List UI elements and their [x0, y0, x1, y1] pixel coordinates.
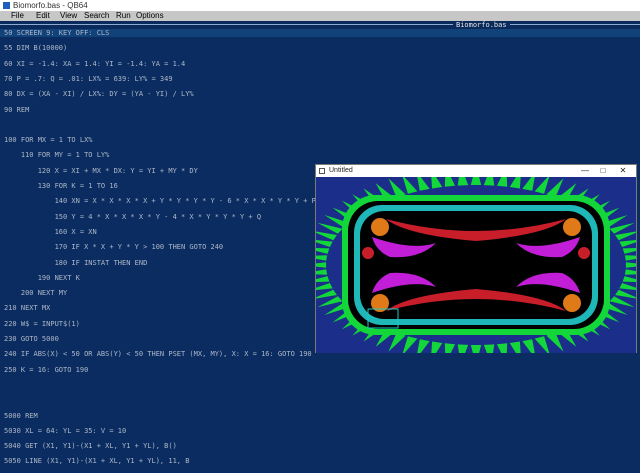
output-window-title: Untitled — [329, 167, 353, 174]
code-line[interactable]: 60 XI = -1.4: XA = 1.4: YI = -1.4: YA = … — [4, 60, 185, 68]
fractal-canvas[interactable] — [316, 177, 636, 353]
minimize-button[interactable]: — — [576, 165, 594, 177]
code-line[interactable]: 70 P = .7: Q = .01: LX% = 639: LY% = 349 — [4, 75, 173, 83]
code-line[interactable]: 140 XN = X * X * X * X + Y * Y * Y * Y -… — [4, 197, 316, 205]
code-line[interactable]: 150 Y = 4 * X * X * X * Y - 4 * X * Y * … — [4, 213, 262, 221]
code-line[interactable]: 210 NEXT MX — [4, 304, 50, 312]
menu-bar: File Edit View Search Run Options — [0, 11, 640, 21]
biomorph-image — [316, 177, 636, 353]
code-line[interactable]: 50 SCREEN 9: KEY OFF: CLS — [4, 29, 109, 37]
close-button[interactable]: ✕ — [614, 165, 632, 177]
code-line[interactable]: 220 W$ = INPUT$(1) — [4, 320, 80, 328]
menu-options[interactable]: Options — [136, 11, 164, 21]
code-line[interactable]: 170 IF X * X + Y * Y > 100 THEN GOTO 240 — [4, 243, 224, 251]
output-window[interactable]: Untitled — □ ✕ — [315, 164, 637, 353]
orange-blob-tr — [563, 218, 581, 236]
code-line[interactable]: 130 FOR K = 1 TO 16 — [4, 182, 118, 190]
code-line[interactable]: 100 FOR MX = 1 TO LX% — [4, 136, 93, 144]
red-dot-l — [362, 247, 374, 259]
code-line[interactable]: 5030 XL = 64: YL = 35: V = 10 — [4, 427, 126, 435]
menu-view[interactable]: View — [60, 11, 77, 21]
inner-background — [360, 211, 592, 319]
menu-edit[interactable]: Edit — [36, 11, 50, 21]
code-line[interactable]: 160 X = XN — [4, 228, 97, 236]
code-line[interactable]: 250 K = 16: GOTO 190 — [4, 366, 88, 374]
code-line[interactable]: 110 FOR MY = 1 TO LY% — [4, 151, 110, 159]
code-line[interactable]: 5000 REM — [4, 412, 38, 420]
red-dot-r — [578, 247, 590, 259]
app-icon — [3, 2, 10, 9]
document-title: Biomorfo.bas — [453, 21, 510, 29]
output-window-icon — [319, 168, 325, 174]
code-line[interactable]: 55 DIM B(10000) — [4, 44, 67, 52]
orange-blob-br — [563, 294, 581, 312]
menu-search[interactable]: Search — [84, 11, 109, 21]
code-line[interactable]: 240 IF ABS(X) < 50 OR ABS(Y) < 50 THEN P… — [4, 350, 312, 358]
menu-file[interactable]: File — [11, 11, 24, 21]
window-title: Biomorfo.bas - QB64 — [13, 1, 88, 10]
document-title-bar: Biomorfo.bas — [0, 21, 640, 29]
code-line[interactable]: 5050 LINE (X1, Y1)-(X1 + XL, Y1 + YL), 1… — [4, 457, 189, 465]
orange-blob-tl — [371, 218, 389, 236]
window-titlebar: Biomorfo.bas - QB64 — [0, 0, 640, 11]
code-line[interactable]: 230 GOTO 5000 — [4, 335, 59, 343]
menu-run[interactable]: Run — [116, 11, 131, 21]
code-line[interactable]: 190 NEXT K — [4, 274, 80, 282]
code-line[interactable]: 200 NEXT MY — [4, 289, 67, 297]
code-line[interactable]: 90 REM — [4, 106, 29, 114]
title-rule — [0, 24, 640, 25]
code-line[interactable]: 120 X = XI + MX * DX: Y = YI + MY * DY — [4, 167, 198, 175]
code-line[interactable]: 5040 GET (X1, Y1)-(X1 + XL, Y1 + YL), B(… — [4, 442, 177, 450]
code-line[interactable]: 80 DX = (XA - XI) / LX%: DY = (YA - YI) … — [4, 90, 194, 98]
code-line[interactable]: 180 IF INSTAT THEN END — [4, 259, 148, 267]
maximize-button[interactable]: □ — [594, 165, 612, 177]
output-window-titlebar: Untitled — □ ✕ — [316, 165, 636, 177]
